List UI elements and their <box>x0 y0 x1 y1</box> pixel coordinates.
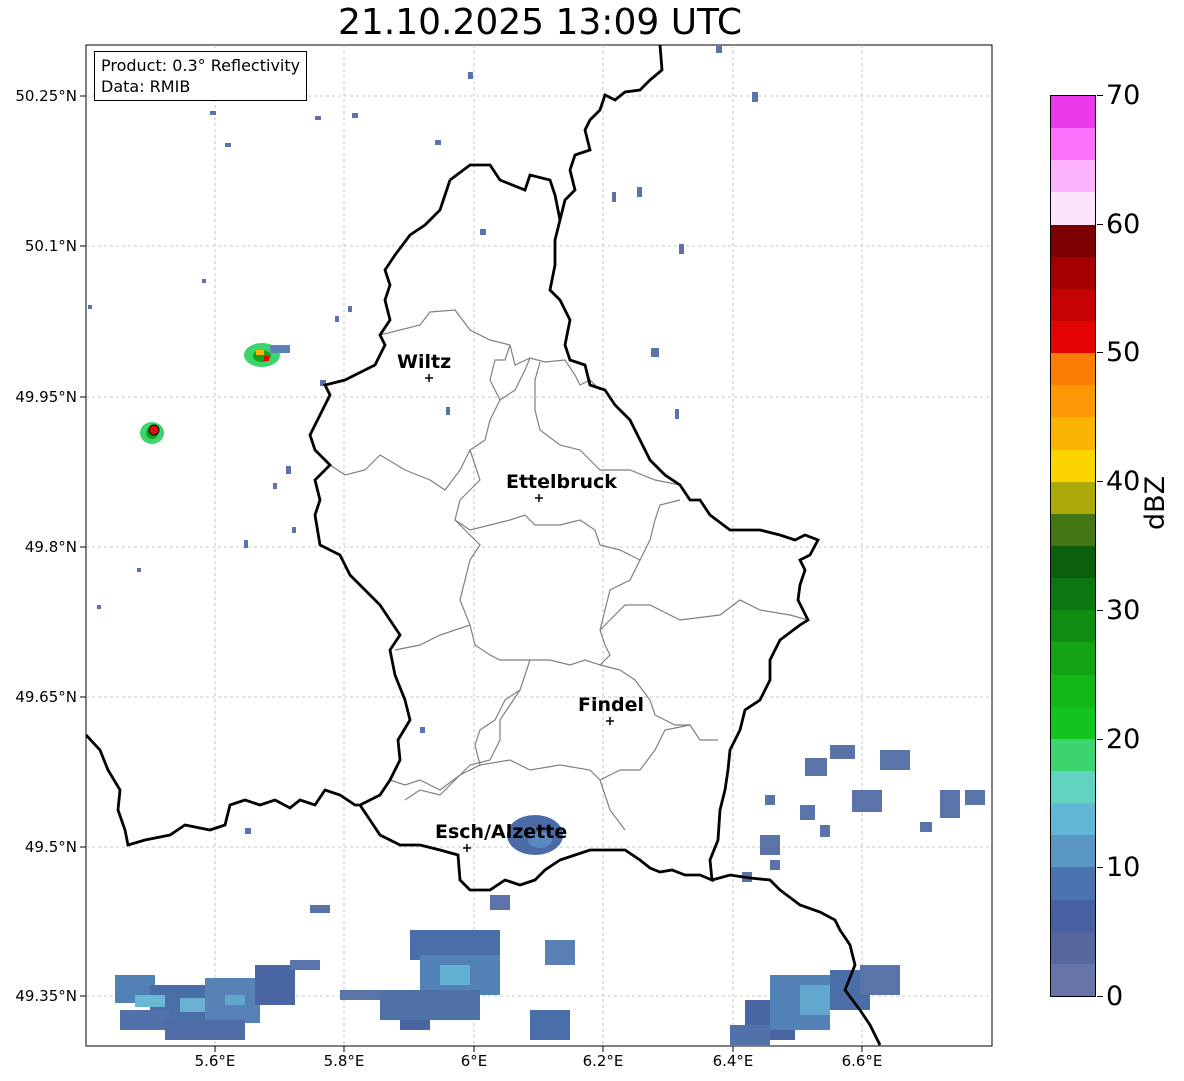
colorbar-label-20: 20 <box>1106 724 1141 755</box>
colorbar-segment <box>1051 320 1095 354</box>
colorbar-segment <box>1051 642 1095 675</box>
colorbar-segment <box>1051 578 1095 611</box>
radar-site-marker <box>148 424 160 436</box>
colorbar-tick <box>1097 95 1103 96</box>
colorbar-segment <box>1051 770 1095 804</box>
colorbar-tick <box>1097 610 1103 611</box>
lon-label-2: 5.8°E <box>323 1052 365 1070</box>
colorbar-segment <box>1051 610 1095 643</box>
lon-label-6: 6.6°E <box>841 1052 883 1070</box>
colorbar-segment <box>1051 545 1095 579</box>
colorbar-tick <box>1097 224 1103 225</box>
colorbar-segment <box>1051 192 1095 225</box>
colorbar-segment <box>1051 128 1095 161</box>
colorbar-segment <box>1051 899 1095 932</box>
colorbar-label-70: 70 <box>1106 80 1141 111</box>
colorbar-label-10: 10 <box>1106 852 1141 883</box>
lat-label-4: 49.8°N <box>24 538 77 556</box>
colorbar-label-0: 0 <box>1106 981 1124 1012</box>
colorbar-segment <box>1051 353 1095 386</box>
lat-label-5: 49.65°N <box>15 688 77 706</box>
city-label-esch: Esch/Alzette <box>435 821 568 843</box>
colorbar-segment <box>1051 513 1095 546</box>
colorbar-label-40: 40 <box>1106 466 1141 497</box>
colorbar-segment <box>1051 224 1095 257</box>
colorbar-segment <box>1051 256 1095 289</box>
radar-map <box>80 44 993 1052</box>
lat-label-2: 50.1°N <box>24 237 77 255</box>
colorbar-segment <box>1051 867 1095 900</box>
colorbar-tick <box>1097 739 1103 740</box>
lon-label-3: 6°E <box>460 1052 488 1070</box>
info-data-source: Data: RMIB <box>101 77 191 96</box>
info-box: Product: 0.3° Reflectivity Data: RMIB <box>94 51 308 101</box>
colorbar-segment <box>1051 963 1095 996</box>
colorbar-segment <box>1051 706 1095 739</box>
colorbar-title: dBZ <box>1140 475 1171 530</box>
colorbar <box>1050 95 1096 997</box>
lat-label-7: 49.35°N <box>15 987 77 1005</box>
colorbar-segment <box>1051 835 1095 868</box>
lon-label-1: 5.6°E <box>194 1052 236 1070</box>
colorbar-segment <box>1051 738 1095 771</box>
lat-label-3: 49.95°N <box>15 388 77 406</box>
lat-label-1: 50.25°N <box>15 87 77 105</box>
colorbar-segment <box>1051 288 1095 321</box>
colorbar-label-60: 60 <box>1106 209 1141 240</box>
lon-label-4: 6.2°E <box>582 1052 624 1070</box>
colorbar-tick <box>1097 996 1103 997</box>
city-label-wiltz: Wiltz <box>397 351 452 373</box>
lon-label-5: 6.4°E <box>712 1052 754 1070</box>
colorbar-label-50: 50 <box>1106 337 1141 368</box>
colorbar-segment <box>1051 160 1095 193</box>
colorbar-segment <box>1051 481 1095 514</box>
colorbar-segment <box>1051 803 1095 836</box>
info-product: Product: 0.3° Reflectivity <box>101 56 301 75</box>
colorbar-segment <box>1051 931 1095 964</box>
colorbar-tick <box>1097 481 1103 482</box>
colorbar-segment <box>1051 449 1095 482</box>
lat-label-6: 49.5°N <box>24 838 77 856</box>
colorbar-segment <box>1051 96 1095 129</box>
colorbar-segment <box>1051 674 1095 707</box>
city-label-ettelbruck: Ettelbruck <box>506 471 617 493</box>
colorbar-segment <box>1051 385 1095 418</box>
city-label-findel: Findel <box>578 694 645 716</box>
colorbar-label-30: 30 <box>1106 595 1141 626</box>
colorbar-segment <box>1051 417 1095 450</box>
colorbar-tick <box>1097 352 1103 353</box>
colorbar-tick <box>1097 867 1103 868</box>
